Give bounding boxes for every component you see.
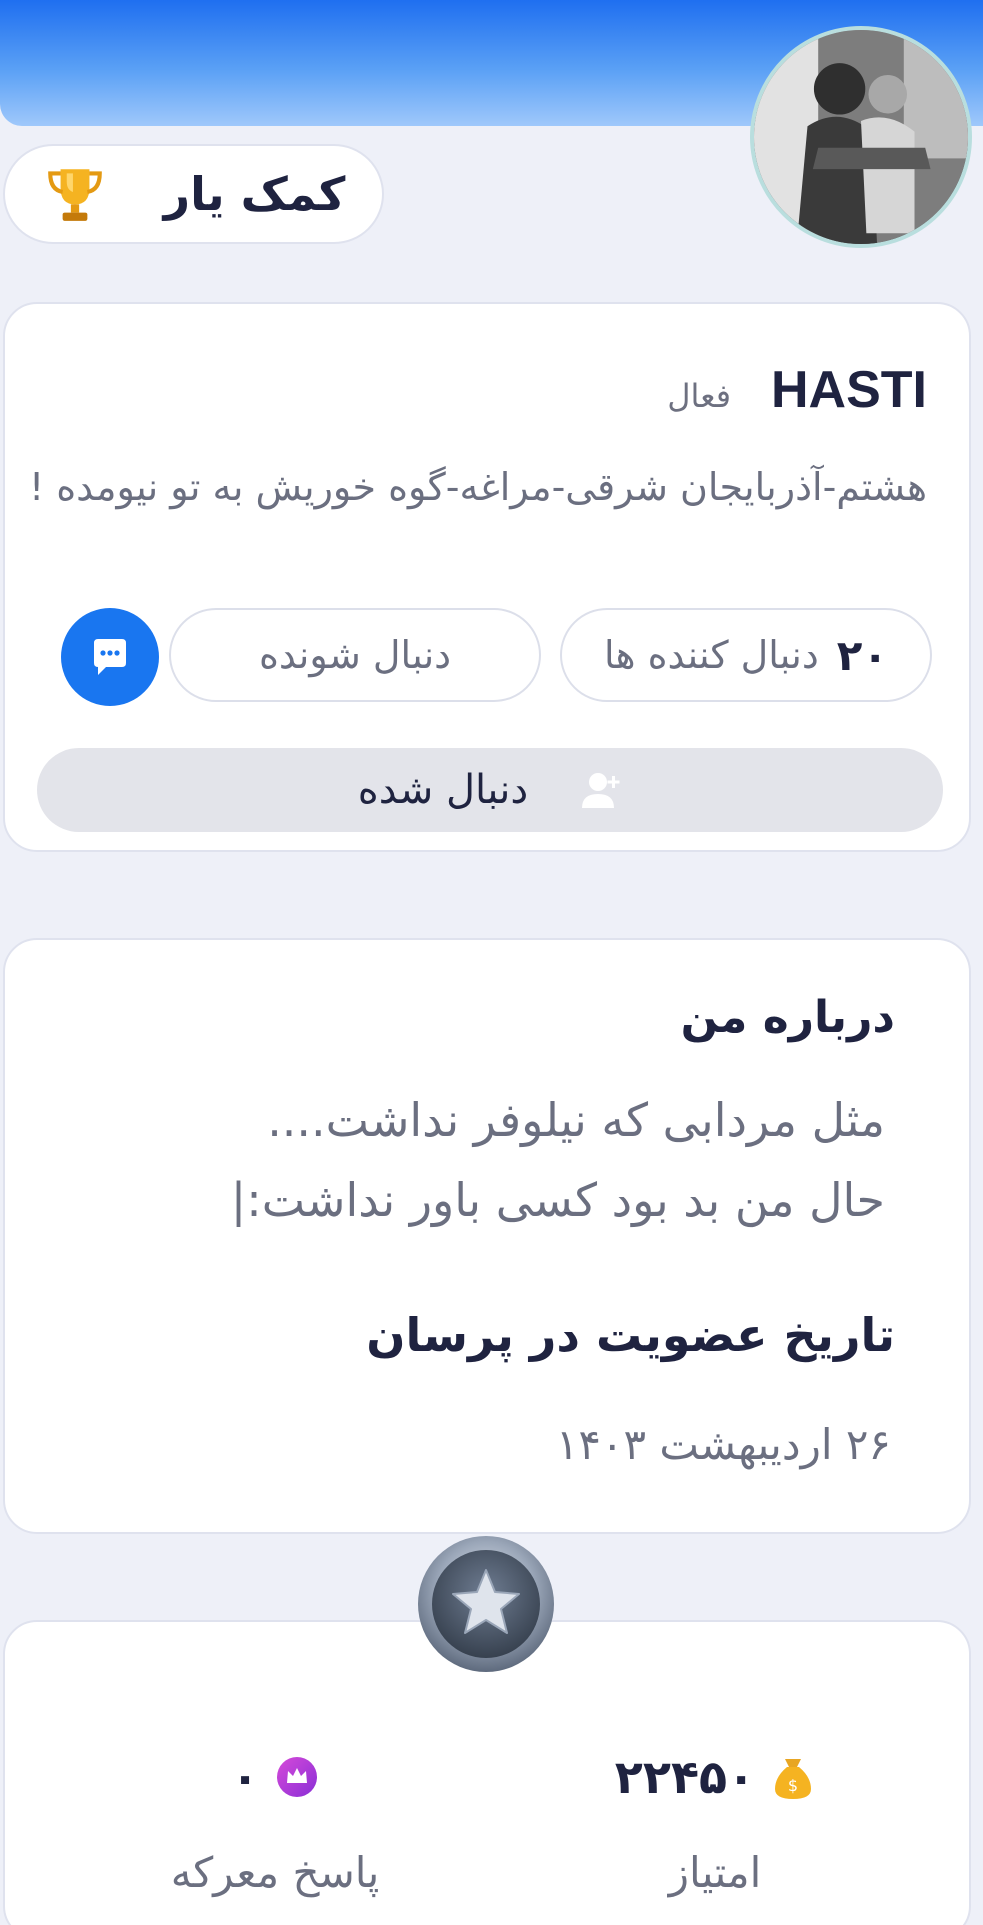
- star-medal-icon: [418, 1536, 554, 1672]
- about-card: درباره من مثل مردابی که نیلوفر نداشت....…: [3, 938, 971, 1534]
- follow-button-label: دنبال شده: [357, 767, 529, 813]
- profile-bio: هشتم-آذربایجان شرقی-مراغه-گوه خوریش به ت…: [28, 465, 927, 509]
- join-date: ۲۶ اردیبهشت ۱۴۰۳: [555, 1420, 891, 1469]
- name-row: HASTI فعال: [667, 360, 927, 420]
- battle-answers-value: ۰: [230, 1750, 260, 1804]
- trophy-icon: [47, 169, 102, 221]
- svg-text:$: $: [788, 1776, 798, 1795]
- username: HASTI: [771, 361, 927, 419]
- follow-button[interactable]: دنبال شده: [37, 748, 943, 832]
- about-text: مثل مردابی که نیلوفر نداشت.... حال من بد…: [65, 1080, 885, 1240]
- points-value: ۲۲۴۵۰: [614, 1750, 756, 1804]
- add-user-icon: [582, 773, 620, 808]
- following-button[interactable]: دنبال شونده: [169, 608, 541, 702]
- about-title: درباره من: [680, 992, 895, 1043]
- badge-pill[interactable]: کمک یار: [3, 144, 384, 244]
- profile-card: HASTI فعال هشتم-آذربایجان شرقی-مراغه-گوه…: [3, 302, 971, 852]
- money-bag-icon: $: [775, 1759, 812, 1799]
- crown-icon: [277, 1757, 318, 1797]
- about-text-line-2: حال من بد بود کسی باور نداشت:|: [230, 1173, 885, 1227]
- followers-button[interactable]: ۲۰ دنبال کننده ها: [560, 608, 932, 702]
- status-badge: فعال: [667, 377, 731, 415]
- avatar[interactable]: [750, 26, 972, 248]
- avatar-photo: [754, 30, 968, 244]
- level-medal: [416, 1534, 556, 1674]
- about-text-line-1: مثل مردابی که نیلوفر نداشت....: [267, 1093, 885, 1147]
- chat-icon: [94, 639, 126, 675]
- battle-answers-stat: ۰ پاسخ معرکه: [125, 1750, 425, 1897]
- battle-answers-label: پاسخ معرکه: [170, 1848, 380, 1897]
- points-label: امتیاز: [668, 1848, 762, 1897]
- join-date-title: تاریخ عضویت در پرسان: [366, 1308, 895, 1362]
- following-label: دنبال شونده: [258, 633, 452, 677]
- followers-count: ۲۰: [836, 630, 889, 680]
- message-button[interactable]: [61, 608, 159, 706]
- badge-label: کمک یار: [163, 167, 346, 221]
- followers-label: دنبال کننده ها: [603, 633, 819, 677]
- points-stat: ۲۲۴۵۰ $ امتیاز: [565, 1750, 865, 1897]
